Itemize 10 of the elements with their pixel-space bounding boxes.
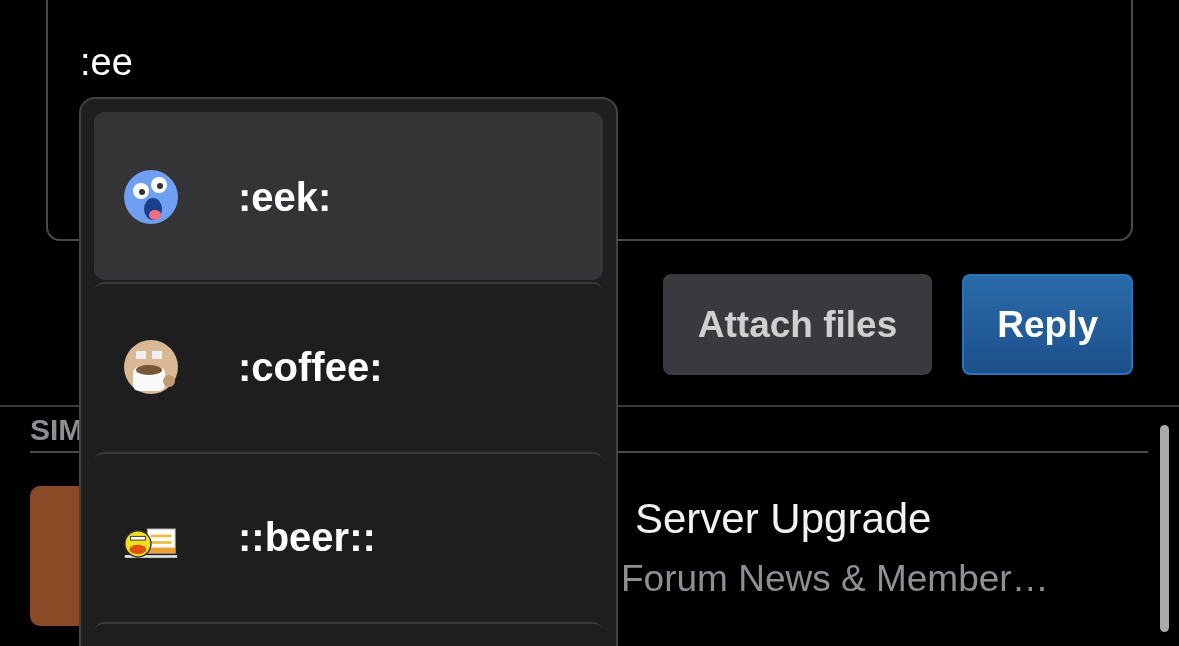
coffee-cup-face-icon	[123, 339, 179, 395]
thread-title-link[interactable]: Server Upgrade	[635, 492, 1049, 546]
forum-name: Forum News & Member…	[621, 557, 1049, 601]
shocked-face-icon	[123, 169, 179, 225]
laughing-face-sign-icon	[123, 525, 179, 559]
reply-button[interactable]: Reply	[962, 274, 1133, 375]
attach-files-button[interactable]: Attach files	[662, 274, 933, 375]
scrollbar[interactable]	[1160, 425, 1169, 632]
editor-text: :ee	[80, 41, 133, 83]
suggestion-item[interactable]: :eek:	[94, 112, 603, 280]
